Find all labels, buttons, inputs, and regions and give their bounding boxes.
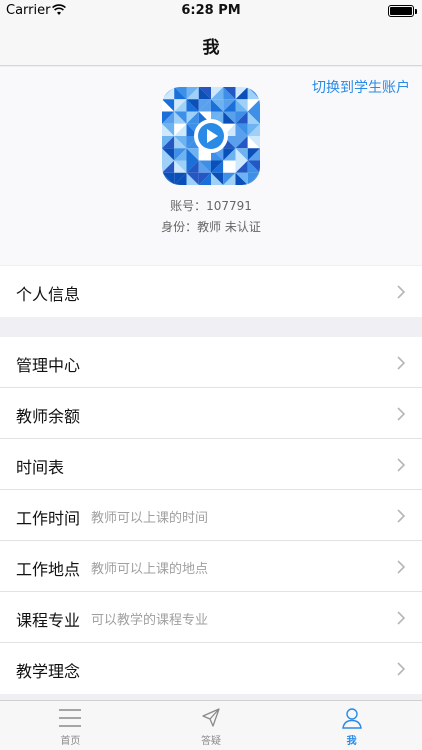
app-logo-icon: [162, 87, 260, 185]
row-label: 课程专业: [16, 611, 81, 630]
tab-home[interactable]: 首页: [0, 701, 141, 750]
row-label: 管理中心: [16, 356, 81, 375]
tab-label: 首页: [60, 736, 81, 747]
row-label: 工作地点: [16, 560, 81, 579]
row-label: 时间表: [16, 458, 65, 477]
chevron-right-icon: [397, 407, 406, 421]
status-bar: Carrier 6:28 PM: [0, 0, 422, 22]
tab-me[interactable]: 我: [281, 701, 422, 750]
profile-header: 切换到学生账户 账号：107791 身份：教师 未认证: [0, 67, 422, 265]
chevron-right-icon: [397, 285, 406, 299]
chevron-right-icon: [397, 662, 406, 676]
row-label: 教师余额: [16, 407, 81, 426]
menu-row-timetable[interactable]: 时间表: [0, 439, 422, 490]
tab-label: 我: [346, 736, 357, 747]
row-hint: 可以教学的课程专业: [91, 613, 209, 628]
paper-plane-icon: [202, 708, 220, 727]
settings-group: 管理中心 教师余额 时间表 工作时间 教师可以上课的时间 工作地点 教师可以上课…: [0, 337, 422, 694]
navigation-bar: 我: [0, 22, 422, 66]
tab-bar: 首页 答疑 我: [0, 700, 422, 750]
chevron-right-icon: [397, 560, 406, 574]
menu-row-management-center[interactable]: 管理中心: [0, 337, 422, 388]
clock: 6:28 PM: [181, 3, 241, 18]
switch-to-student-link[interactable]: 切换到学生账户: [312, 77, 410, 97]
chevron-right-icon: [397, 509, 406, 523]
chevron-right-icon: [397, 458, 406, 472]
tab-label: 答疑: [201, 736, 221, 747]
menu-row-work-location[interactable]: 工作地点 教师可以上课的地点: [0, 541, 422, 592]
person-icon: [341, 708, 362, 729]
role-status: 身份：教师 未认证: [161, 220, 261, 234]
row-label: 个人信息: [16, 285, 81, 304]
menu-row-teaching-philosophy[interactable]: 教学理念: [0, 643, 422, 694]
personal-group: 个人信息: [0, 266, 422, 317]
battery-icon: [388, 5, 417, 17]
menu-row-work-hours[interactable]: 工作时间 教师可以上课的时间: [0, 490, 422, 541]
avatar[interactable]: [162, 87, 260, 185]
account-number: 账号：107791: [170, 199, 252, 213]
chevron-right-icon: [397, 356, 406, 370]
menu-row-course-major[interactable]: 课程专业 可以教学的课程专业: [0, 592, 422, 643]
menu-row-personal-info[interactable]: 个人信息: [0, 266, 422, 317]
menu-icon: [59, 709, 82, 727]
row-hint: 教师可以上课的地点: [91, 562, 209, 577]
chevron-right-icon: [397, 611, 406, 625]
tab-qa[interactable]: 答疑: [141, 701, 282, 750]
page-title: 我: [202, 38, 220, 58]
row-label: 教学理念: [16, 662, 81, 681]
row-hint: 教师可以上课的时间: [91, 511, 209, 526]
row-label: 工作时间: [16, 509, 81, 528]
menu-row-teacher-balance[interactable]: 教师余额: [0, 388, 422, 439]
